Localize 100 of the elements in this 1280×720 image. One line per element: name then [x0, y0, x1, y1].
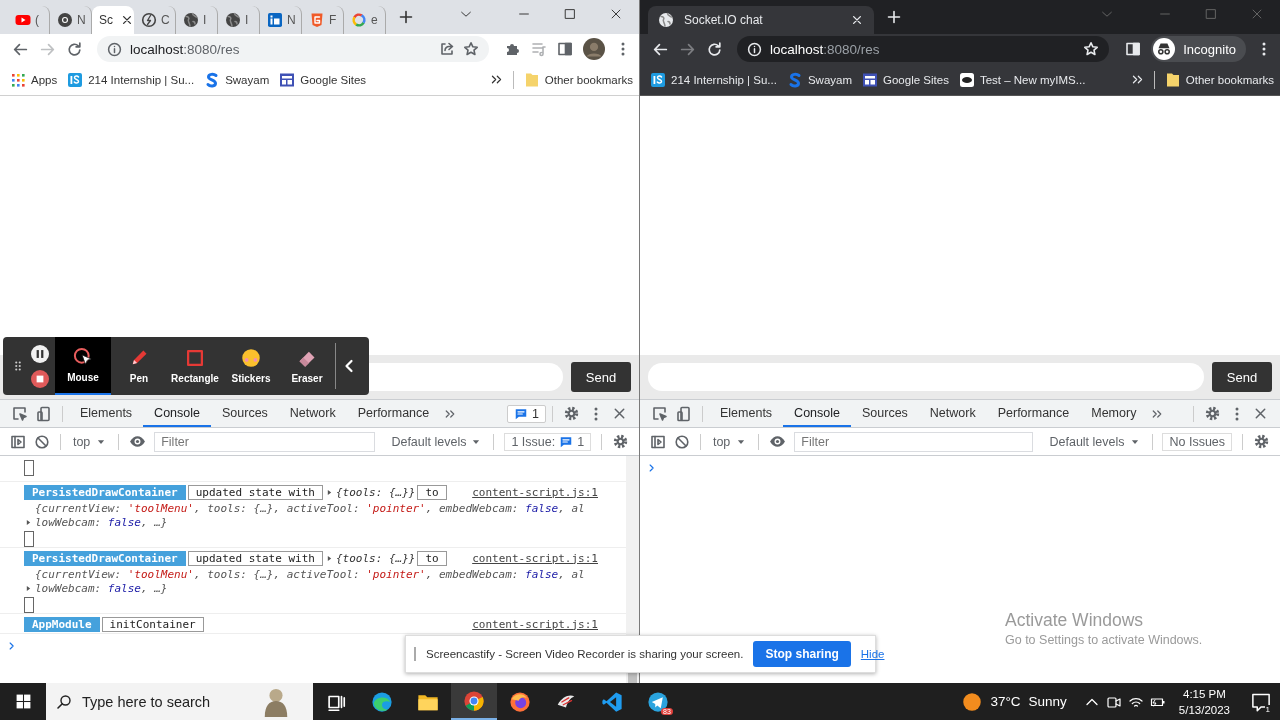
- count-badge: 1: [1264, 704, 1271, 714]
- bookmark[interactable]: Swayam: [786, 71, 853, 88]
- device-icon[interactable]: [36, 405, 52, 422]
- context-dropdown[interactable]: top: [66, 434, 113, 449]
- more-tabs-icon[interactable]: [1151, 407, 1164, 420]
- tool-button[interactable]: Pen: [111, 337, 167, 395]
- tool-button[interactable]: Rectangle: [167, 337, 223, 395]
- close-icon[interactable]: [1253, 406, 1268, 421]
- bookmark[interactable]: Test – New myIMS...: [958, 71, 1086, 88]
- pause-icon[interactable]: [31, 344, 49, 363]
- log-message: updated state with: [187, 484, 323, 500]
- star-icon[interactable]: [463, 41, 479, 57]
- search-box[interactable]: Type here to search: [46, 683, 313, 720]
- bookmark[interactable]: Google Sites: [279, 71, 367, 88]
- issues-button[interactable]: 1 Issue: 1: [504, 432, 592, 451]
- bookmark[interactable]: 214 Internship | Su...: [650, 71, 777, 88]
- globe-icon: [658, 12, 674, 28]
- square-logo-icon: [67, 71, 84, 88]
- devtools-tab[interactable]: Elements: [709, 400, 784, 427]
- filter-field[interactable]: Filter: [154, 431, 376, 452]
- object-preview[interactable]: {tools: {…}}: [324, 485, 416, 499]
- cursor-icon: [73, 347, 93, 367]
- device-icon[interactable]: [676, 405, 692, 422]
- devtools-tab[interactable]: Sources: [211, 400, 279, 427]
- source-link[interactable]: content-script.js:1: [472, 617, 598, 631]
- object-preview[interactable]: {tools: {…}}: [324, 551, 416, 565]
- sidebar-icon[interactable]: [10, 433, 26, 450]
- bookmark[interactable]: Apps: [10, 71, 58, 88]
- bookmark[interactable]: Swayam: [204, 71, 270, 88]
- devtools-tab[interactable]: Sources: [851, 400, 919, 427]
- square-logo-icon: [267, 12, 283, 28]
- side-panel-icon[interactable]: [557, 41, 573, 57]
- bookmark[interactable]: Google Sites: [862, 71, 949, 88]
- globe-icon: [183, 12, 199, 28]
- browser-tab[interactable]: Sc: [92, 6, 134, 34]
- filter-field[interactable]: Filter: [794, 431, 1034, 452]
- taskbar-app[interactable]: [451, 683, 497, 720]
- settings-icon[interactable]: [1253, 433, 1270, 450]
- folder-icon: [523, 71, 540, 88]
- levels-dropdown[interactable]: Default levels: [1043, 434, 1146, 449]
- devtools-tab[interactable]: Elements: [69, 400, 144, 427]
- source-link[interactable]: content-script.js:1: [472, 551, 598, 565]
- clear-icon[interactable]: [34, 433, 50, 450]
- issues-button[interactable]: 1: [507, 404, 546, 423]
- share-icon[interactable]: [439, 41, 455, 57]
- profile-chip[interactable]: Incognito: [1151, 36, 1246, 62]
- close-icon[interactable]: [612, 406, 627, 421]
- clear-icon[interactable]: [674, 433, 690, 450]
- devtools-tab[interactable]: Memory: [1080, 400, 1148, 427]
- devtools-tab[interactable]: Performance: [986, 400, 1081, 427]
- avatar-icon[interactable]: [583, 38, 605, 60]
- weather-widget[interactable]: 37°C Sunny: [962, 691, 1067, 712]
- log-message: to: [417, 484, 447, 500]
- bookmark[interactable]: 214 Internship | Su...: [67, 71, 195, 88]
- issues-button[interactable]: No Issues: [1162, 432, 1233, 451]
- more-icon[interactable]: [1130, 73, 1144, 86]
- settings-icon[interactable]: [612, 433, 629, 450]
- eye-icon[interactable]: [769, 433, 787, 450]
- tool-button[interactable]: Stickers: [223, 337, 279, 395]
- expand-icon[interactable]: [24, 584, 33, 593]
- send-button[interactable]: Send: [571, 362, 631, 392]
- oval-badge-icon: [958, 71, 975, 88]
- inspect-icon[interactable]: [12, 405, 28, 422]
- expand-icon[interactable]: [24, 518, 33, 527]
- settings-icon[interactable]: [563, 405, 580, 422]
- devtools-tab[interactable]: Network: [918, 400, 987, 427]
- settings-icon[interactable]: [1204, 405, 1221, 422]
- log-message: to: [417, 550, 447, 566]
- hide-link[interactable]: Hide: [860, 648, 885, 660]
- object-text: lowWebcam: false, …}: [35, 516, 169, 530]
- new-tab-icon[interactable]: [398, 9, 414, 25]
- stop-icon[interactable]: [31, 369, 49, 388]
- puzzle-icon[interactable]: [505, 41, 521, 57]
- source-link[interactable]: content-script.js:1: [472, 485, 598, 499]
- reload-icon[interactable]: [706, 40, 723, 58]
- browser-tab[interactable]: Socket.IO chat: [648, 6, 874, 34]
- notification-icon: [1251, 691, 1271, 712]
- tool-button[interactable]: Eraser: [279, 337, 335, 395]
- bookmark-folder[interactable]: Other bookmarks: [1164, 71, 1274, 88]
- reload-icon[interactable]: [66, 40, 83, 58]
- sidebar-icon[interactable]: [650, 433, 666, 450]
- notifications-button[interactable]: 1: [1242, 691, 1280, 712]
- close-icon[interactable]: [121, 14, 133, 26]
- layout-icon: [279, 71, 296, 88]
- inspect-icon[interactable]: [652, 405, 668, 422]
- more-icon[interactable]: [489, 73, 503, 86]
- message-icon: [559, 434, 574, 449]
- tool-button[interactable]: Mouse: [55, 337, 111, 395]
- more-tabs-icon[interactable]: [444, 407, 457, 420]
- address-bar[interactable]: localhost:8080/res: [97, 36, 489, 62]
- bookmark-folder[interactable]: Other bookmarks: [523, 71, 633, 88]
- devtools-tab[interactable]: Network: [278, 400, 347, 427]
- eye-icon[interactable]: [129, 433, 147, 450]
- levels-dropdown[interactable]: Default levels: [385, 434, 488, 449]
- apps-grid-icon: [10, 71, 26, 88]
- clock[interactable]: 4:15 PM 5/13/2023: [1168, 685, 1242, 718]
- devtools-tab[interactable]: Performance: [346, 400, 441, 427]
- stop-sharing-button[interactable]: Stop sharing: [753, 641, 851, 667]
- send-button[interactable]: Send: [1212, 362, 1272, 392]
- context-dropdown[interactable]: top: [706, 434, 753, 449]
